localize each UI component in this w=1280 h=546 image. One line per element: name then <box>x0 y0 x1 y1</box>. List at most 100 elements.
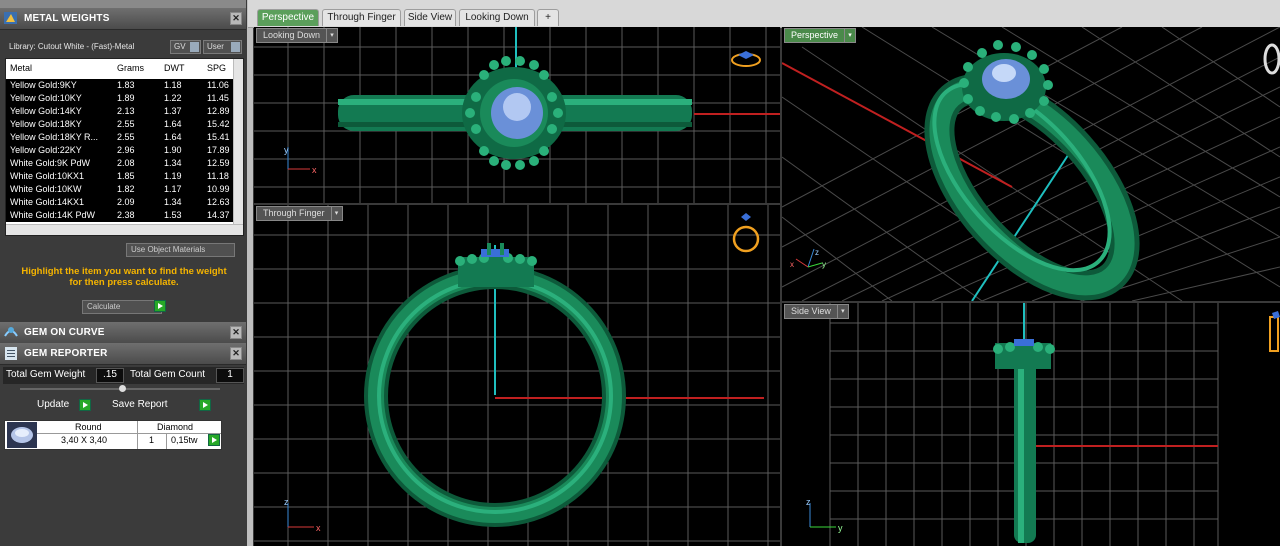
gv-button[interactable]: GV <box>170 40 201 54</box>
table-row[interactable]: Yellow Gold:22KY 2.96 1.90 17.89 <box>6 144 233 157</box>
axis-label-z: z <box>815 248 819 257</box>
tab-perspective[interactable]: Perspective <box>257 9 319 26</box>
axis-label-x: x <box>316 523 321 533</box>
table-row[interactable]: White Gold:10KW 1.82 1.17 10.99 <box>6 183 233 196</box>
axis-label-x: x <box>790 260 794 269</box>
metal-name: Yellow Gold:10KY <box>10 93 82 103</box>
ring-nav-icon[interactable] <box>731 51 761 67</box>
spg-value: 12.59 <box>207 158 230 168</box>
chevron-down-icon[interactable]: ▾ <box>326 28 339 43</box>
through-finger-scene: z x <box>254 205 780 546</box>
gem-reporter-header[interactable]: GEM REPORTER ✕ <box>0 343 246 365</box>
dwt-value: 1.22 <box>164 93 182 103</box>
save-report-button[interactable]: Save Report <box>108 398 212 412</box>
table-row[interactable]: White Gold:10KX1 1.85 1.19 11.18 <box>6 170 233 183</box>
add-tab-button[interactable]: + <box>537 9 559 26</box>
slider-handle[interactable] <box>119 385 126 392</box>
gem-size: 3,40 X 3,40 <box>61 435 108 445</box>
through-finger-label[interactable]: Through Finger ▾ <box>256 206 343 221</box>
axis-label-z: z <box>284 497 289 507</box>
gem-reporter-icon <box>5 347 17 360</box>
chevron-down-icon[interactable]: ▾ <box>844 28 857 43</box>
top-strip <box>0 0 246 8</box>
ring-nav-icon[interactable] <box>1269 311 1280 352</box>
gv-label: GV <box>174 42 186 51</box>
looking-down-label[interactable]: Looking Down ▾ <box>256 28 339 43</box>
spg-value: 12.89 <box>207 106 230 116</box>
hint-line-1: Highlight the item you want to find the … <box>21 266 227 277</box>
dwt-value: 1.53 <box>164 210 182 220</box>
dwt-value: 1.18 <box>164 80 182 90</box>
save-report-go-icon[interactable] <box>199 399 211 411</box>
spg-value: 15.42 <box>207 119 230 129</box>
table-row[interactable]: White Gold:14KX1 2.09 1.34 12.63 <box>6 196 233 209</box>
close-icon[interactable]: ✕ <box>230 12 242 25</box>
grams-value: 2.08 <box>117 158 135 168</box>
table-row[interactable]: Yellow Gold:14KY 2.13 1.37 12.89 <box>6 105 233 118</box>
grams-value: 2.13 <box>117 106 135 116</box>
looking-down-label-text: Looking Down <box>263 30 321 40</box>
table-row[interactable]: White Gold:14K PdW 2.38 1.53 14.37 <box>6 209 233 222</box>
table-row[interactable]: Yellow Gold:18KY 2.55 1.64 15.42 <box>6 118 233 131</box>
dwt-value: 1.64 <box>164 119 182 129</box>
metal-weights-header[interactable]: METAL WEIGHTS ✕ <box>0 8 246 30</box>
close-icon[interactable]: ✕ <box>230 347 242 360</box>
metal-name: Yellow Gold:9KY <box>10 80 77 90</box>
table-row[interactable]: Yellow Gold:9KY 1.83 1.18 11.06 <box>6 79 233 92</box>
hint-line-2: for then press calculate. <box>69 277 179 288</box>
axis-label-y: y <box>822 260 826 269</box>
gem-totals-bar: Total Gem Weight .15 Total Gem Count 1 <box>3 367 244 384</box>
chevron-down-icon[interactable]: ▾ <box>330 206 343 221</box>
axis-label-y: y <box>284 145 289 155</box>
gem-on-curve-header[interactable]: GEM ON CURVE ✕ <box>0 322 246 344</box>
calculate-go-icon[interactable] <box>154 300 166 312</box>
perspective-label[interactable]: Perspective ▾ <box>784 28 857 43</box>
table-row[interactable]: White Gold:9K PdW 2.08 1.34 12.59 <box>6 157 233 170</box>
metal-table[interactable]: Metal Grams DWT SPG Yellow Gold:9KY 1.83 1… <box>5 58 244 236</box>
gem-weight: 0,15tw <box>171 435 198 445</box>
gem-list-row[interactable]: Round Diamond 3,40 X 3,40 1 0,15tw <box>4 420 222 450</box>
viewport-tabbar: Perspective Through Finger Side View Loo… <box>248 0 1280 28</box>
side-view-label[interactable]: Side View ▾ <box>784 304 849 319</box>
calculate-button[interactable]: Calculate <box>82 300 162 314</box>
gem-reporter-title: GEM REPORTER <box>24 348 108 359</box>
gem-on-curve-icon <box>4 327 18 337</box>
dwt-value: 1.64 <box>164 132 182 142</box>
table-row[interactable]: Yellow Gold:10KY 1.89 1.22 11.45 <box>6 92 233 105</box>
dwt-value: 1.34 <box>164 158 182 168</box>
horizontal-scrollbar[interactable] <box>6 224 243 235</box>
table-row[interactable]: Yellow Gold:18KY R... 2.55 1.64 15.41 <box>6 131 233 144</box>
update-button[interactable]: Update <box>33 398 91 412</box>
col-metal: Metal <box>10 63 33 73</box>
grams-value: 2.38 <box>117 210 135 220</box>
metal-name: Yellow Gold:18KY R... <box>10 132 99 142</box>
gem-go-icon[interactable] <box>208 434 220 446</box>
round-gem-icon <box>7 422 37 448</box>
chevron-down-icon[interactable]: ▾ <box>836 304 849 319</box>
metal-name: Yellow Gold:18KY <box>10 119 82 129</box>
axis-label-x: x <box>312 165 317 175</box>
ring-nav-icon[interactable] <box>732 213 760 253</box>
spg-value: 11.45 <box>207 93 229 103</box>
viewport-perspective[interactable]: z y x Perspective ▾ <box>782 27 1280 301</box>
user-button[interactable]: User <box>203 40 242 54</box>
close-icon[interactable]: ✕ <box>230 326 242 339</box>
use-object-materials-field[interactable]: Use Object Materials <box>126 243 235 257</box>
tab-looking-down[interactable]: Looking Down <box>459 9 535 26</box>
perspective-scene: z y x <box>782 27 1280 301</box>
grams-value: 2.96 <box>117 145 135 155</box>
viewport-looking-down[interactable]: y x Looking Down ▾ <box>254 27 780 203</box>
spg-value: 14.37 <box>207 210 230 220</box>
metal-name: White Gold:10KX1 <box>10 171 85 181</box>
tab-through-finger[interactable]: Through Finger <box>322 9 401 26</box>
viewport-through-finger[interactable]: z x Through Finger ▾ <box>254 205 780 546</box>
vertical-scrollbar[interactable] <box>233 59 243 225</box>
through-finger-label-text: Through Finger <box>263 208 325 218</box>
dwt-value: 1.34 <box>164 197 182 207</box>
panel-splitter[interactable] <box>247 0 253 546</box>
update-go-icon[interactable] <box>79 399 91 411</box>
viewport-side-view[interactable]: z y Side View ▾ <box>782 303 1280 546</box>
grams-value: 1.83 <box>117 80 135 90</box>
spg-value: 17.89 <box>207 145 230 155</box>
tab-side-view[interactable]: Side View <box>404 9 456 26</box>
